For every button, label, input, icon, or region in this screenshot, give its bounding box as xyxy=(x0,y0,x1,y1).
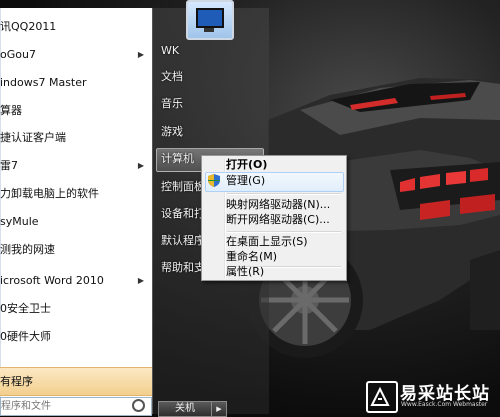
program-label: icrosoft Word 2010 xyxy=(0,274,104,287)
program-item-sogou[interactable]: oGou7 ▶ xyxy=(0,42,152,68)
program-label: 力卸载电脑上的软件 xyxy=(0,187,99,200)
ctx-item-label: 重命名(M) xyxy=(226,250,278,263)
program-item-thunder[interactable]: 雷7 ▶ xyxy=(0,153,152,179)
chevron-right-icon: ▶ xyxy=(137,50,144,59)
right-item-label: 控制面板 xyxy=(161,180,205,193)
ctx-item-label: 打开(O) xyxy=(226,158,268,171)
ctx-item-label: 管理(G) xyxy=(226,174,266,187)
program-label: 捷认证客户端 xyxy=(0,131,66,144)
context-menu: 打开(O) 管理(G) 映射网络驱动器(N)... 断开网络驱动器(C)... … xyxy=(201,155,347,281)
program-label: 0安全卫士 xyxy=(0,302,51,315)
right-item-label: 游戏 xyxy=(161,125,183,138)
monitor-icon[interactable] xyxy=(186,0,234,40)
logo-icon xyxy=(366,381,398,413)
shutdown-button[interactable]: 关机 xyxy=(158,401,212,417)
right-item-user[interactable]: WK xyxy=(161,40,179,62)
program-item-speedtest[interactable]: 测我的网速 xyxy=(0,237,152,263)
ctx-item-manage[interactable]: 管理(G) xyxy=(226,172,342,190)
all-programs-button[interactable]: 有程序 xyxy=(0,367,152,396)
start-menu-programs-panel: 讯QQ2011 oGou7 ▶ indows7 Master 算器 捷认证客户端… xyxy=(0,8,153,414)
ctx-item-disconnect-drive[interactable]: 断开网络驱动器(C)... xyxy=(226,211,342,229)
shield-icon xyxy=(208,174,220,187)
watermark-url: Www.Easck.Com Webmaster xyxy=(401,401,488,408)
watermark: 易采站长站 Www.Easck.Com Webmaster xyxy=(364,379,500,414)
search-placeholder: 程序和文件 xyxy=(1,401,51,412)
ctx-item-label: 属性(R) xyxy=(226,265,265,278)
search-icon[interactable] xyxy=(132,399,145,412)
right-item-label: WK xyxy=(161,44,180,57)
program-item-uninstaller[interactable]: 力卸载电脑上的软件 xyxy=(0,181,152,207)
program-label: syMule xyxy=(0,215,39,228)
right-item-label: 计算机 xyxy=(161,152,194,165)
right-item-label: 音乐 xyxy=(161,97,183,110)
program-item-word-2010[interactable]: icrosoft Word 2010 ▶ xyxy=(0,268,152,294)
program-label: 雷7 xyxy=(0,159,18,172)
search-input[interactable]: 程序和文件 xyxy=(0,397,152,416)
shutdown-options-button[interactable]: ▶ xyxy=(211,401,227,417)
program-item-calculator[interactable]: 算器 xyxy=(0,98,152,124)
ctx-item-label: 断开网络驱动器(C)... xyxy=(226,213,330,226)
program-item-auth-client[interactable]: 捷认证客户端 xyxy=(0,125,152,151)
program-item-windows7-master[interactable]: indows7 Master xyxy=(0,70,152,96)
ctx-separator xyxy=(227,193,341,195)
right-item-default-programs[interactable]: 默认程序 xyxy=(161,230,205,252)
ctx-item-label: 映射网络驱动器(N)... xyxy=(226,198,331,211)
program-label: 0硬件大师 xyxy=(0,330,51,343)
program-label: 讯QQ2011 xyxy=(0,20,57,33)
chevron-right-icon: ▶ xyxy=(137,276,144,285)
right-item-games[interactable]: 游戏 xyxy=(161,121,183,143)
right-item-music[interactable]: 音乐 xyxy=(161,93,183,115)
right-item-computer[interactable]: 计算机 xyxy=(161,148,194,170)
program-label: oGou7 xyxy=(0,48,36,61)
program-item-easymule[interactable]: syMule xyxy=(0,209,152,235)
chevron-right-icon: ▶ xyxy=(137,161,144,170)
program-item-360-safe[interactable]: 0安全卫士 xyxy=(0,296,152,322)
right-item-label: 默认程序 xyxy=(161,234,205,247)
right-item-label: 文档 xyxy=(161,70,183,83)
right-item-control-panel[interactable]: 控制面板 xyxy=(161,176,205,198)
all-programs-label: 有程序 xyxy=(0,375,33,388)
program-label: 测我的网速 xyxy=(0,243,55,256)
ctx-item-label: 在桌面上显示(S) xyxy=(226,235,308,248)
program-item-360-hardware[interactable]: 0硬件大师 xyxy=(0,324,152,350)
program-item-qq[interactable]: 讯QQ2011 xyxy=(0,14,152,40)
program-label: indows7 Master xyxy=(0,76,87,89)
program-label: 算器 xyxy=(0,104,22,117)
shutdown-label: 关机 xyxy=(175,403,195,414)
chevron-right-icon: ▶ xyxy=(216,405,222,413)
right-item-documents[interactable]: 文档 xyxy=(161,66,183,88)
ctx-item-properties[interactable]: 属性(R) xyxy=(226,263,342,281)
